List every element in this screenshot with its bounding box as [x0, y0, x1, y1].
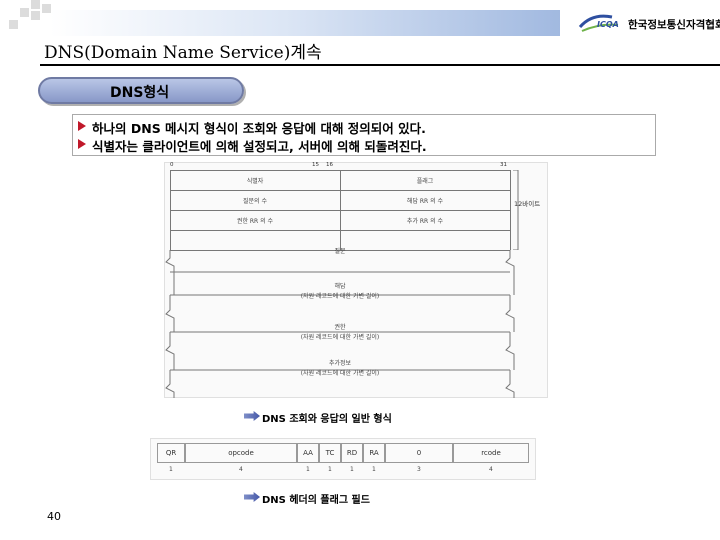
bullet-arrow-icon: [78, 139, 86, 149]
section-additional: 추가정보: [328, 360, 352, 367]
caption-arrow-icon: [244, 411, 260, 421]
flag-bits: 4: [489, 466, 493, 473]
caption-arrow-icon: [244, 492, 260, 502]
bullet-arrow-icon: [78, 121, 86, 131]
section-authority-note: (자원 레코드에 대한 가변 길이): [300, 334, 380, 341]
field-flags: 플래그: [416, 178, 434, 185]
field-identifier: 식별자: [246, 178, 264, 185]
section-question: 질문: [334, 248, 346, 255]
field-additional-rrs: 추가 RR 의 수: [406, 218, 444, 225]
bit-label: 0: [170, 162, 174, 168]
bullet-text: 하나의 DNS 메시지 형식이 조회와 응답에 대해 정의되어 있다.: [92, 121, 426, 136]
diagram-line: [510, 170, 511, 250]
flag-rd: RD: [341, 443, 363, 463]
section-pill-label: DNS형식: [110, 85, 170, 101]
logo-text: 한국정보통신자격협회: [628, 19, 720, 31]
field-authority-rrs: 권한 RR 의 수: [236, 218, 274, 225]
size-bracket: [513, 170, 519, 250]
bit-label: 31: [500, 162, 507, 168]
flag-opcode: opcode: [185, 443, 297, 463]
field-questions: 질문의 수: [243, 198, 267, 205]
diagram-caption: DNS 조회와 응답의 일반 형식: [262, 414, 392, 425]
flag-bits: 1: [169, 466, 173, 473]
decor-square: [31, 0, 40, 9]
flag-bits: 1: [350, 466, 354, 473]
flag-bits: 1: [372, 466, 376, 473]
bit-label: 15: [312, 162, 319, 168]
size-label: 12바이트: [514, 200, 541, 208]
flag-qr: QR: [157, 443, 185, 463]
flag-aa: AA: [297, 443, 319, 463]
flag-bits: 1: [328, 466, 332, 473]
section-additional-note: (자원 레코드에 대한 가변 길이): [300, 370, 380, 377]
page-title: DNS(Domain Name Service)계속: [44, 43, 322, 63]
flag-zero: 0: [385, 443, 453, 463]
page-number: 40: [47, 510, 61, 523]
bullet-text: 식별자는 클라이언트에 의해 설정되고, 서버에 의해 되돌려진다.: [92, 139, 427, 154]
flag-ra: RA: [363, 443, 385, 463]
title-rule: [40, 64, 720, 66]
flags-diagram: QR opcode AA TC RD RA 0 rcode 1 4 1 1 1 …: [150, 438, 536, 480]
flag-rcode: rcode: [453, 443, 529, 463]
section-authority: 권한: [334, 324, 346, 331]
decor-square: [42, 4, 51, 13]
decor-square: [9, 20, 18, 29]
section-answer-note: (자원 레코드에 대한 가변 길이): [300, 293, 380, 300]
section-answer: 해답: [334, 283, 346, 290]
flag-bits: 1: [306, 466, 310, 473]
flags-caption: DNS 헤더의 플래그 필드: [262, 495, 370, 506]
flag-tc: TC: [319, 443, 341, 463]
bit-label: 16: [326, 162, 333, 168]
decor-square: [20, 8, 29, 17]
decor-square: [31, 11, 40, 20]
flag-bits: 4: [239, 466, 243, 473]
flag-bits: 3: [417, 466, 421, 473]
field-answer-rrs: 해답 RR 의 수: [406, 198, 444, 205]
logo-mark: ICQA: [597, 20, 619, 29]
